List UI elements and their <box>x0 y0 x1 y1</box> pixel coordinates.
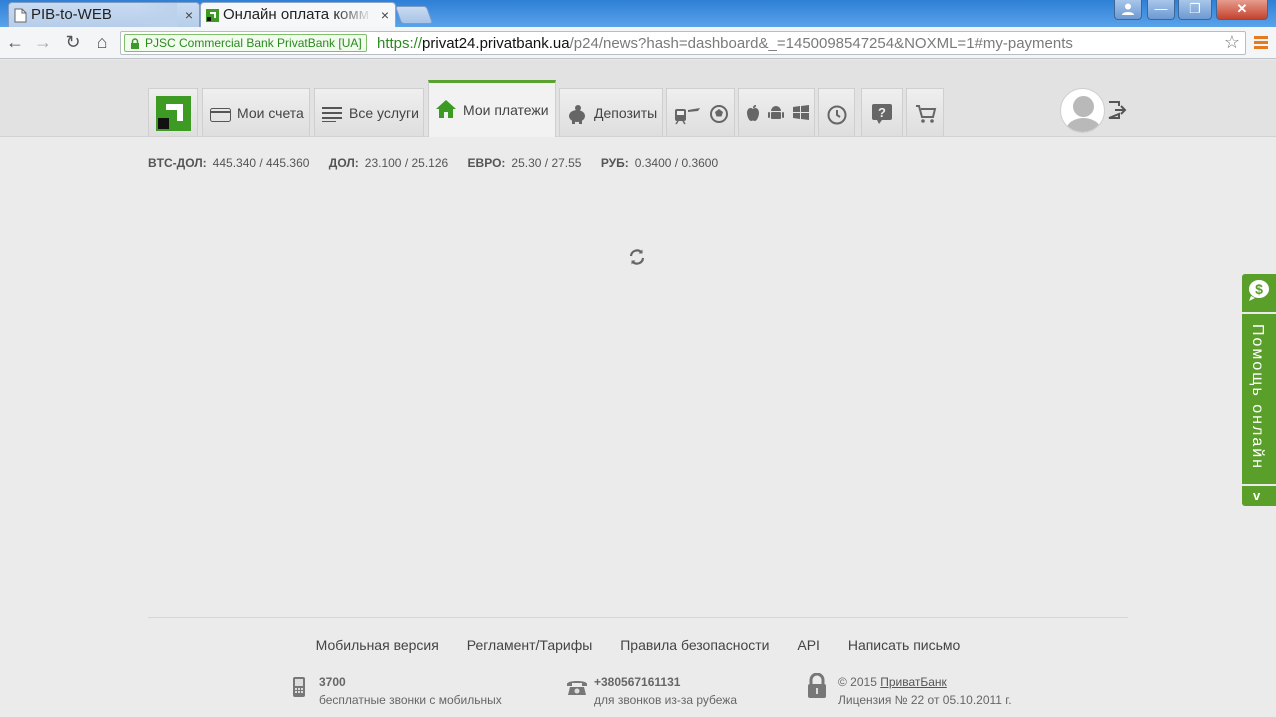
card-icon <box>210 108 231 122</box>
svg-text:$: $ <box>1255 281 1263 297</box>
url-path: /p24/news?hash=dashboard&_=1450098547254… <box>569 35 1073 52</box>
ev-certificate-text: PJSC Commercial Bank PrivatBank [UA] <box>145 36 362 50</box>
tab-fade <box>333 3 373 27</box>
tab-label: Мои счета <box>237 105 304 121</box>
document-icon <box>14 8 27 23</box>
footer-link-api[interactable]: API <box>797 637 820 653</box>
tab-deposits[interactable]: Депозиты <box>559 88 663 136</box>
svg-text:?: ? <box>878 105 886 120</box>
footer-link-write[interactable]: Написать письмо <box>848 637 960 653</box>
football-icon <box>710 105 728 123</box>
copyright-prefix: © 2015 <box>838 675 877 689</box>
rate-usd: ДОЛ: 23.100 / 25.126 <box>328 156 449 170</box>
tab-label: Депозиты <box>594 105 658 121</box>
back-button[interactable]: ← <box>4 31 26 53</box>
browser-toolbar: ← → ↻ ⌂ PJSC Commercial Bank PrivatBank … <box>0 27 1276 59</box>
bookmark-star-icon[interactable]: ☆ <box>1224 32 1240 53</box>
footer-link-tariffs[interactable]: Регламент/Тарифы <box>467 637 593 653</box>
abroad-caption: для звонков из-за рубежа <box>594 693 738 707</box>
rate-eur: ЕВРО: 25.30 / 27.55 <box>467 156 582 170</box>
privatbank-logo-icon <box>156 96 191 131</box>
page-content: Мои счета Все услуги Мои платежи Депозит… <box>0 60 1276 717</box>
android-icon <box>768 106 784 119</box>
help-online-widget[interactable]: $ Помощь онлайн v <box>1242 274 1276 506</box>
tab-label: Мои платежи <box>463 102 549 118</box>
url-scheme: https:// <box>377 35 423 52</box>
tab-label: Все услуги <box>349 105 419 121</box>
maximize-button[interactable]: ❐ <box>1178 0 1212 20</box>
chat-bubble-icon: $ <box>1249 280 1269 301</box>
tab-close-icon[interactable]: × <box>185 3 193 27</box>
reload-button[interactable]: ↻ <box>62 31 84 53</box>
lock-icon <box>131 38 139 49</box>
footer-divider <box>148 617 1128 618</box>
privatbank-logo-icon <box>206 9 219 22</box>
tab-title: PIB-to-WEB <box>31 6 112 23</box>
footer-link-mobile[interactable]: Мобильная версия <box>316 637 439 653</box>
loading-spinner-icon <box>629 249 645 265</box>
new-tab-button[interactable] <box>394 6 434 24</box>
close-window-button[interactable]: ✕ <box>1216 0 1268 20</box>
logout-icon[interactable] <box>1107 100 1127 120</box>
padlock-icon <box>808 673 826 698</box>
mobile-phone-icon <box>293 677 305 697</box>
browser-tab-pib[interactable]: PIB-to-WEB × <box>8 2 200 27</box>
footer-links: Мобильная версия Регламент/Тарифы Правил… <box>0 637 1276 653</box>
license-text: Лицензия № 22 от 05.10.2011 г. <box>838 693 1012 707</box>
help-separator <box>1242 312 1276 314</box>
train-plane-icon <box>675 108 700 125</box>
browser-titlebar: PIB-to-WEB × Онлайн оплата комм × — ❐ ✕ <box>0 0 1276 27</box>
top-navigation: Мои счета Все услуги Мои платежи Депозит… <box>0 60 1276 137</box>
tab-help[interactable]: ? <box>861 88 903 136</box>
browser-menu-icon[interactable] <box>1254 36 1268 50</box>
mobile-number: 3700 <box>319 675 346 689</box>
tab-my-payments[interactable]: Мои платежи <box>428 80 556 137</box>
help-separator <box>1242 484 1276 486</box>
piggy-bank-icon <box>569 105 585 124</box>
browser-tab-privat24[interactable]: Онлайн оплата комм × <box>200 2 396 27</box>
question-icon: ? <box>872 104 892 124</box>
user-icon <box>1122 3 1134 15</box>
tab-my-accounts[interactable]: Мои счета <box>202 88 310 136</box>
help-online-label: Помощь онлайн <box>1249 324 1266 470</box>
shopping-cart-icon <box>916 105 937 123</box>
privatbank-link[interactable]: ПриватБанк <box>880 675 947 689</box>
minimize-button[interactable]: — <box>1147 0 1175 20</box>
user-avatar[interactable] <box>1060 88 1105 133</box>
history-clock-icon <box>827 105 847 125</box>
abroad-number: +380567161131 <box>594 675 681 689</box>
mobile-caption: бесплатные звонки с мобильных <box>319 693 502 707</box>
chevron-down-icon[interactable]: v <box>1253 488 1260 503</box>
list-icon <box>322 107 342 122</box>
tab-all-services[interactable]: Все услуги <box>314 88 424 136</box>
profile-button[interactable] <box>1114 0 1142 20</box>
ev-certificate-badge[interactable]: PJSC Commercial Bank PrivatBank [UA] <box>124 34 367 52</box>
home-icon <box>436 100 456 118</box>
home-button[interactable]: ⌂ <box>91 31 113 53</box>
tab-fade <box>137 3 177 27</box>
tab-mobile-apps[interactable] <box>738 88 815 136</box>
tab-shop[interactable] <box>906 88 944 136</box>
telephone-icon <box>567 681 587 695</box>
privat24-logo[interactable] <box>148 88 198 136</box>
tab-travel[interactable] <box>666 88 735 136</box>
exchange-rates: BTC-ДОЛ: 445.340 / 445.360 ДОЛ: 23.100 / 2… <box>148 156 734 170</box>
windows-icon <box>793 105 809 120</box>
apple-icon <box>747 105 759 121</box>
tab-history[interactable] <box>818 88 855 136</box>
url-host: privat24.privatbank.ua <box>422 35 570 52</box>
footer-link-security[interactable]: Правила безопасности <box>620 637 769 653</box>
tab-close-icon[interactable]: × <box>381 3 389 27</box>
forward-button[interactable]: → <box>32 31 54 53</box>
rate-rub: РУБ: 0.3400 / 0.3600 <box>600 156 719 170</box>
address-bar[interactable]: PJSC Commercial Bank PrivatBank [UA] htt… <box>120 31 1246 55</box>
rate-btc: BTC-ДОЛ: 445.340 / 445.360 <box>148 156 310 170</box>
url-text[interactable]: https://privat24.privatbank.ua/p24/news?… <box>377 34 1073 53</box>
